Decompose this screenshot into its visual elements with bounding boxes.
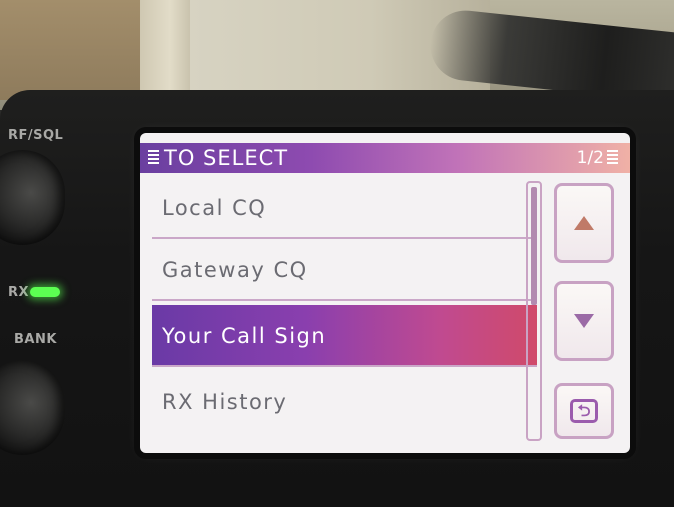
list-item-your-call-sign[interactable]: Your Call Sign [152, 305, 537, 367]
list-item-rx-history[interactable]: RX History [152, 371, 537, 433]
triangle-down-icon [574, 314, 594, 328]
back-button[interactable]: ⮌ [554, 383, 614, 439]
scrollbar[interactable] [526, 181, 542, 441]
title-bar: TO SELECT 1/2 [140, 143, 630, 173]
screen-title: TO SELECT [164, 146, 289, 170]
rx-indicator-led [30, 287, 60, 297]
background-shelf [0, 0, 150, 100]
return-arrow-icon: ⮌ [570, 399, 598, 423]
bank-label: BANK [14, 332, 57, 347]
lcd-screen: TO SELECT 1/2 Local CQ Gateway CQ Your C… [140, 133, 630, 453]
list-item-gateway-cq[interactable]: Gateway CQ [152, 239, 537, 301]
rf-sql-label: RF/SQL [8, 128, 64, 143]
scroll-up-button[interactable] [554, 183, 614, 263]
menu-list-icon [148, 150, 159, 166]
scroll-down-button[interactable] [554, 281, 614, 361]
scrollbar-thumb[interactable] [531, 187, 537, 305]
list-item-local-cq[interactable]: Local CQ [152, 177, 537, 239]
rx-label: RX [8, 285, 30, 300]
triangle-up-icon [574, 216, 594, 230]
page-list-icon [607, 150, 618, 166]
page-indicator: 1/2 [576, 148, 604, 168]
select-list: Local CQ Gateway CQ Your Call Sign RX Hi… [152, 177, 537, 447]
